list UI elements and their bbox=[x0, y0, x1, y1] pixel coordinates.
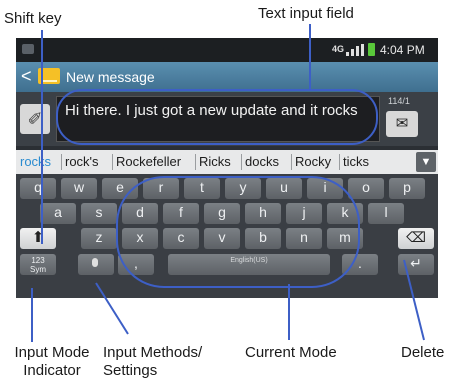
delete-line bbox=[403, 259, 425, 341]
callout-lines bbox=[31, 24, 425, 342]
input-methods-line bbox=[95, 282, 129, 335]
